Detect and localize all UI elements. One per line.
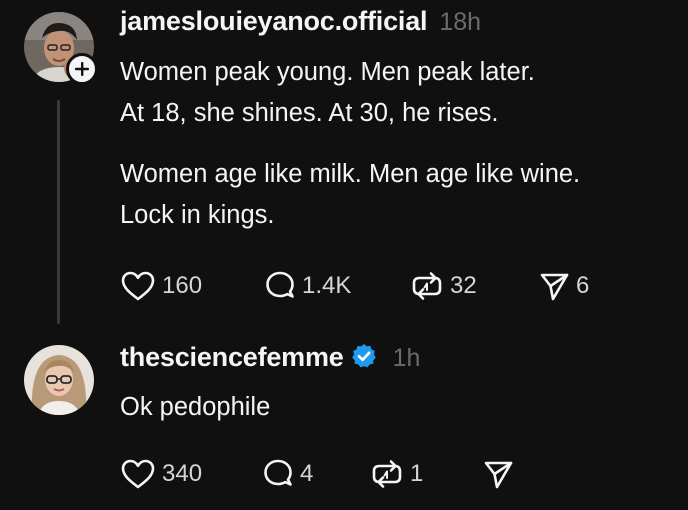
repost-icon <box>412 272 442 300</box>
share-button[interactable]: 6 <box>538 266 589 306</box>
heart-icon <box>121 271 155 301</box>
username[interactable]: jameslouieyanoc.official <box>120 6 428 37</box>
avatar[interactable] <box>24 345 94 415</box>
repost-button[interactable]: 32 <box>410 266 477 306</box>
comment-count: 1.4K <box>302 272 352 299</box>
share-count: 6 <box>576 272 590 299</box>
repost-count: 1 <box>410 460 424 487</box>
thread-post-original: jameslouieyanoc.official 18h Women peak … <box>0 0 688 330</box>
username[interactable]: thesciencefemme <box>120 342 344 373</box>
share-button[interactable] <box>482 454 514 494</box>
post-header: thesciencefemme 1h <box>120 340 420 373</box>
comment-count: 4 <box>300 460 314 487</box>
send-icon <box>484 461 513 489</box>
like-count: 160 <box>162 272 203 299</box>
post-text-line: Ok pedophile <box>120 393 271 421</box>
post-text-line: Women age like milk. Men age like wine. <box>120 160 581 188</box>
post-text-line: At 18, she shines. At 30, he rises. <box>120 99 499 127</box>
like-button[interactable]: 340 <box>120 454 202 494</box>
post-header: jameslouieyanoc.official 18h <box>120 6 481 37</box>
plus-icon <box>75 62 89 76</box>
thread-post-reply: thesciencefemme 1h Ok pedophile 340 4 1 <box>0 330 688 510</box>
repost-count: 32 <box>450 272 477 299</box>
repost-icon <box>372 460 402 488</box>
comment-bubble-icon <box>264 459 292 486</box>
post-actions: 160 1.4K 32 6 <box>120 266 640 306</box>
post-text-line: Lock in kings. <box>120 201 275 229</box>
post-actions: 340 4 1 <box>120 454 540 494</box>
follow-button[interactable] <box>66 53 98 85</box>
like-button[interactable]: 160 <box>120 266 202 306</box>
post-text-line: Women peak young. Men peak later. <box>120 58 535 86</box>
verified-badge-icon <box>351 343 377 374</box>
comment-bubble-icon <box>266 271 294 298</box>
like-count: 340 <box>162 460 203 487</box>
timestamp[interactable]: 18h <box>439 8 481 37</box>
comment-button[interactable]: 4 <box>262 454 313 494</box>
send-icon <box>540 273 569 301</box>
thread-line <box>57 100 60 324</box>
comment-button[interactable]: 1.4K <box>264 266 351 306</box>
repost-button[interactable]: 1 <box>370 454 423 494</box>
timestamp[interactable]: 1h <box>393 344 421 373</box>
heart-icon <box>121 459 155 489</box>
